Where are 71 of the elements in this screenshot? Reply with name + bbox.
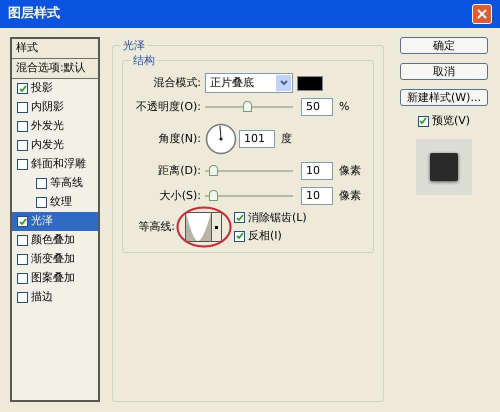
chevron-down-icon	[280, 80, 288, 86]
slider-thumb[interactable]	[208, 165, 218, 176]
field-label: 大小(S):	[158, 188, 202, 204]
close-icon	[477, 9, 487, 19]
unit-label: 度	[281, 130, 292, 147]
dialog-button[interactable]: 确定	[400, 37, 488, 54]
style-list-item[interactable]: 渐变叠加	[12, 250, 98, 269]
check-icon	[18, 84, 26, 92]
slider[interactable]	[205, 165, 293, 177]
preview-square	[430, 152, 458, 180]
unit-label: %	[339, 98, 350, 115]
number-field[interactable]: 10	[301, 187, 333, 205]
style-list-item[interactable]: 内阴影	[12, 98, 98, 117]
check-icon	[419, 117, 428, 126]
check-icon	[18, 218, 26, 226]
dialog-button[interactable]: 新建样式(W)...	[400, 89, 488, 106]
checkbox[interactable]	[17, 292, 28, 303]
slider[interactable]	[205, 190, 293, 202]
checkbox[interactable]	[17, 254, 28, 265]
window-title: 图层样式	[8, 5, 60, 24]
field-label: 不透明度(O):	[135, 98, 202, 115]
check-icon	[236, 232, 244, 240]
field-label: 混合模式:	[152, 74, 202, 91]
checkbox[interactable]	[234, 212, 245, 224]
style-list-item[interactable]: 等高线	[12, 174, 98, 193]
contour-picker[interactable]	[185, 212, 222, 242]
blend-mode-dropdown[interactable]: 正片叠底	[205, 73, 293, 93]
close-button[interactable]	[472, 4, 492, 24]
style-list-item[interactable]: 外发光	[12, 117, 98, 136]
style-list-item[interactable]: 内发光	[12, 136, 98, 155]
number-field[interactable]: 10	[301, 162, 333, 180]
number-field[interactable]: 101	[239, 130, 275, 148]
slider[interactable]	[205, 101, 293, 113]
checkbox[interactable]	[17, 235, 28, 246]
checkbox[interactable]	[234, 230, 245, 242]
checkbox[interactable]	[17, 159, 28, 170]
slider-thumb[interactable]	[242, 101, 252, 112]
checkbox-label: 反相(I)	[248, 228, 282, 244]
field-label: 距离(D):	[157, 162, 202, 179]
style-list-header[interactable]: 混合选项:默认	[12, 59, 98, 79]
checkbox[interactable]	[17, 216, 28, 227]
field-label: 等高线:	[137, 218, 176, 235]
style-list-item[interactable]: 光泽	[12, 212, 98, 231]
number-field[interactable]: 50	[301, 98, 333, 116]
checkbox[interactable]	[17, 273, 28, 284]
field-label: 角度(N):	[157, 130, 202, 147]
contour-curve-icon	[186, 213, 211, 241]
checkbox-label: 预览(V)	[432, 113, 470, 129]
style-list-item[interactable]: 投影	[12, 79, 98, 98]
slider-thumb[interactable]	[208, 190, 218, 201]
color-swatch[interactable]	[297, 76, 323, 90]
angle-dial-icon[interactable]	[205, 123, 237, 155]
highlight-ellipse	[176, 206, 232, 248]
checkbox[interactable]	[17, 102, 28, 113]
checkbox[interactable]	[36, 197, 47, 208]
style-list-item[interactable]: 颜色叠加	[12, 231, 98, 250]
unit-label: 像素	[339, 188, 361, 204]
checkbox[interactable]	[17, 140, 28, 151]
checkbox[interactable]	[17, 121, 28, 132]
checkbox[interactable]	[418, 116, 429, 127]
style-list-item[interactable]: 描边	[12, 288, 98, 307]
unit-label: 像素	[339, 162, 361, 179]
checkbox-label: 消除锯齿(L)	[248, 210, 307, 226]
checkbox[interactable]	[36, 178, 47, 189]
style-list-header[interactable]: 样式	[12, 39, 98, 59]
style-list-item[interactable]: 斜面和浮雕	[12, 155, 98, 174]
checkbox[interactable]	[17, 83, 28, 94]
check-icon	[236, 214, 244, 222]
style-list-item[interactable]: 图案叠加	[12, 269, 98, 288]
style-list-item[interactable]: 纹理	[12, 193, 98, 212]
dialog-button[interactable]: 取消	[400, 63, 488, 80]
